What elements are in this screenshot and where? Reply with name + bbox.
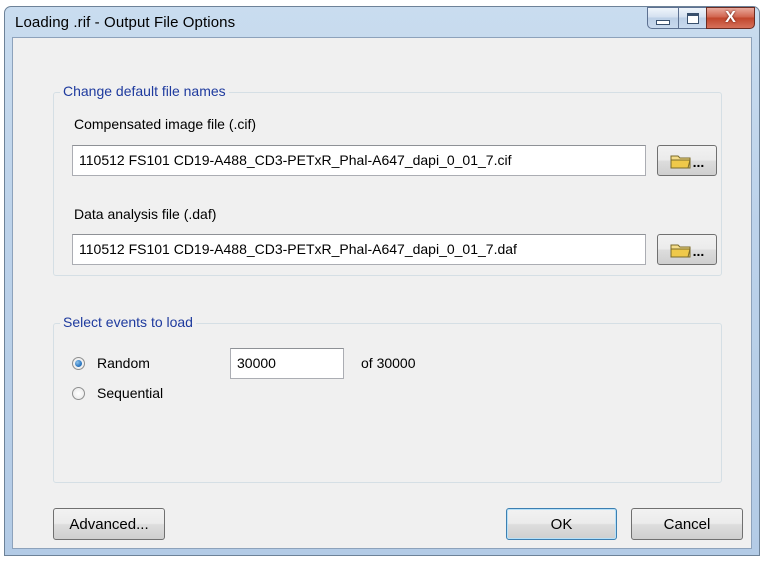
cif-filename-input[interactable]: 110512 FS101 CD19-A488_CD3-PETxR_Phal-A6… — [72, 145, 646, 176]
advanced-button[interactable]: Advanced... — [53, 508, 165, 540]
daf-label: Data analysis file (.daf) — [74, 206, 217, 222]
daf-browse-button[interactable]: ... — [657, 234, 717, 265]
events-group-title: Select events to load — [60, 314, 196, 330]
title-bar[interactable]: Loading .rif - Output File Options X — [5, 7, 759, 37]
maximize-icon — [686, 12, 699, 24]
close-icon: X — [725, 9, 736, 26]
folder-icon — [670, 244, 691, 257]
dialog-window: Loading .rif - Output File Options X Cha… — [4, 6, 760, 556]
maximize-button[interactable] — [678, 7, 706, 29]
cif-label: Compensated image file (.cif) — [74, 116, 257, 132]
minimize-icon — [656, 19, 670, 25]
cif-browse-dots: ... — [692, 153, 705, 170]
daf-filename-input[interactable]: 110512 FS101 CD19-A488_CD3-PETxR_Phal-A6… — [72, 234, 646, 265]
event-count-input[interactable]: 30000 — [230, 348, 344, 379]
sequential-radio-button[interactable] — [72, 386, 85, 400]
random-radio-label: Random — [97, 355, 150, 371]
window-title: Loading .rif - Output File Options — [15, 14, 236, 31]
file-names-group-title: Change default file names — [60, 83, 229, 99]
caption-buttons: X — [647, 7, 755, 29]
minimize-button[interactable] — [647, 7, 678, 29]
daf-browse-dots: ... — [692, 242, 705, 259]
event-total-label: of 30000 — [361, 355, 416, 371]
file-names-group: Change default file names Compensated im… — [53, 83, 722, 276]
cancel-button[interactable]: Cancel — [631, 508, 743, 540]
random-radio-option[interactable]: Random — [72, 355, 150, 371]
ok-button[interactable]: OK — [506, 508, 617, 540]
random-radio-button[interactable] — [72, 356, 85, 370]
folder-icon — [670, 155, 691, 168]
dialog-client-area: Change default file names Compensated im… — [12, 37, 752, 549]
close-button[interactable]: X — [706, 7, 755, 29]
sequential-radio-option[interactable]: Sequential — [72, 385, 163, 401]
cif-browse-button[interactable]: ... — [657, 145, 717, 176]
sequential-radio-label: Sequential — [97, 385, 164, 401]
events-group: Select events to load Random 30000 of 30… — [53, 314, 722, 483]
